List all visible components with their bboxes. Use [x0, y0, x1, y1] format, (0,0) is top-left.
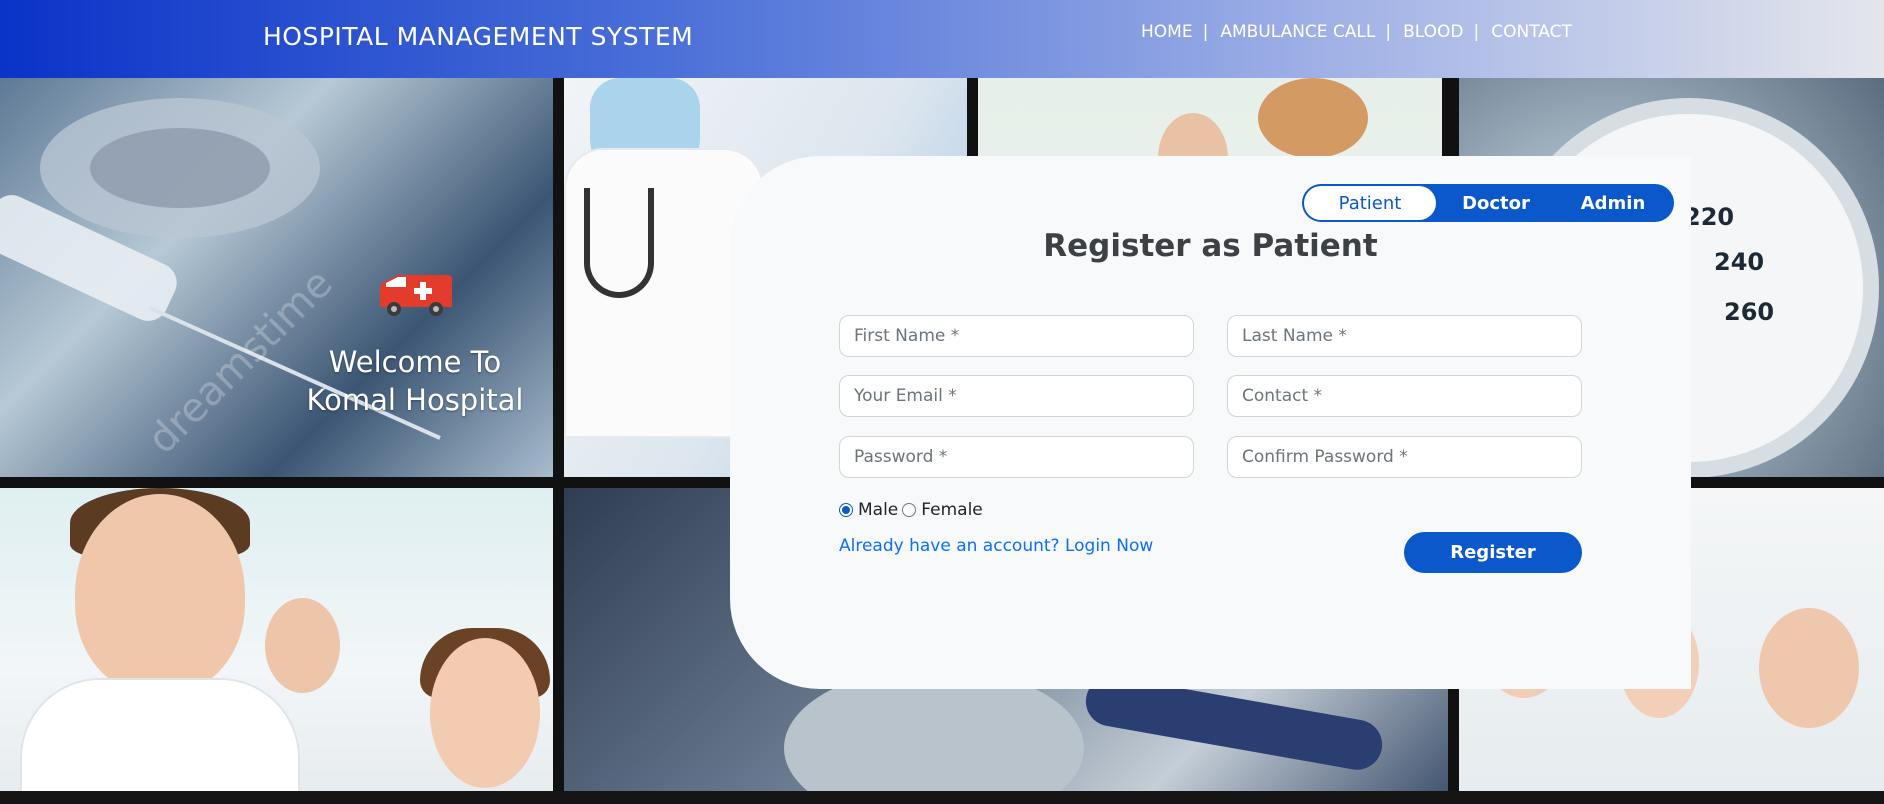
- colleague-face: [265, 598, 340, 693]
- nav-ambulance-call[interactable]: AMBULANCE CALL: [1220, 22, 1375, 42]
- doctor-face: [75, 494, 245, 694]
- female-radio[interactable]: [902, 503, 917, 517]
- tab-patient[interactable]: Patient: [1304, 186, 1436, 220]
- footer-strip: [0, 791, 1884, 804]
- male-label: Male: [858, 500, 899, 520]
- doctor-body: [20, 678, 300, 791]
- staff-hair: [1258, 78, 1368, 158]
- email-input[interactable]: [839, 375, 1194, 417]
- last-name-input[interactable]: [1227, 315, 1582, 357]
- nav-separator: |: [1385, 22, 1392, 42]
- gauge-number: 220: [1684, 203, 1735, 231]
- login-link[interactable]: Already have an account? Login Now: [839, 536, 1153, 556]
- role-tabs: Patient Doctor Admin: [1302, 184, 1674, 222]
- tab-doctor[interactable]: Doctor: [1436, 186, 1556, 220]
- nurse-face: [1759, 608, 1859, 728]
- welcome-text: Welcome To Komal Hospital: [306, 345, 524, 417]
- password-input[interactable]: [839, 436, 1194, 478]
- tab-admin[interactable]: Admin: [1556, 186, 1670, 220]
- gauge-number: 240: [1714, 248, 1765, 276]
- nav-separator: |: [1202, 22, 1209, 42]
- male-radio[interactable]: [839, 503, 853, 517]
- nav-separator: |: [1473, 22, 1480, 42]
- nav-links: HOME | AMBULANCE CALL | BLOOD | CONTACT: [1141, 22, 1572, 42]
- stethoscope-icon: [584, 188, 654, 298]
- nav-home[interactable]: HOME: [1141, 22, 1193, 42]
- nav-contact[interactable]: CONTACT: [1491, 22, 1572, 42]
- gender-group: Male Female: [839, 500, 987, 520]
- first-name-input[interactable]: [839, 315, 1194, 357]
- contact-input[interactable]: [1227, 375, 1582, 417]
- confirm-password-input[interactable]: [1227, 436, 1582, 478]
- navbar: HOSPITAL MANAGEMENT SYSTEM HOME | AMBULA…: [0, 0, 1884, 78]
- welcome-section: Welcome To Komal Hospital: [280, 273, 550, 419]
- female-label: Female: [921, 500, 983, 520]
- nurse-face: [430, 638, 540, 788]
- form-heading: Register as Patient: [1043, 228, 1378, 264]
- register-button[interactable]: Register: [1404, 532, 1582, 573]
- nav-blood[interactable]: BLOOD: [1403, 22, 1463, 42]
- doctors-team-photo: [0, 488, 553, 791]
- register-card: Patient Doctor Admin Register as Patient…: [730, 156, 1691, 689]
- gauge-number: 260: [1724, 298, 1775, 326]
- ambulance-icon: [380, 275, 452, 316]
- brand-title[interactable]: HOSPITAL MANAGEMENT SYSTEM: [263, 22, 693, 51]
